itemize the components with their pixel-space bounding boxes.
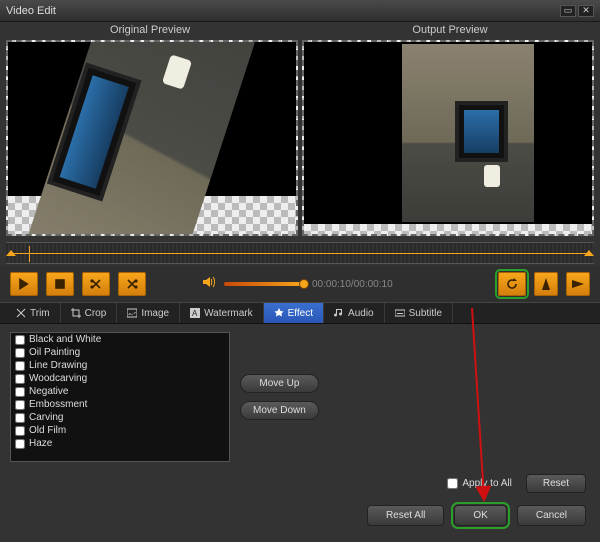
rotate-button[interactable]	[498, 272, 526, 296]
effect-item[interactable]: Line Drawing	[11, 359, 229, 372]
output-preview-pane[interactable]	[302, 40, 594, 236]
effect-label: Black and White	[29, 334, 101, 345]
flip-horizontal-button[interactable]	[534, 272, 558, 296]
timeline[interactable]	[6, 242, 594, 264]
watermark-icon: A	[190, 308, 200, 318]
cut-start-button[interactable]	[82, 272, 110, 296]
tab-subtitle[interactable]: Subtitle	[385, 303, 453, 323]
effect-checkbox[interactable]	[15, 387, 25, 397]
effect-item[interactable]: Woodcarving	[11, 372, 229, 385]
volume-slider[interactable]	[224, 282, 304, 286]
effect-item[interactable]: Oil Painting	[11, 346, 229, 359]
effect-item[interactable]: Carving	[11, 411, 229, 424]
tab-audio[interactable]: Audio	[324, 303, 385, 323]
effect-checkbox[interactable]	[15, 361, 25, 371]
effect-item[interactable]: Haze	[11, 437, 229, 450]
output-preview-label: Output Preview	[300, 22, 600, 40]
close-button[interactable]: ✕	[578, 5, 594, 17]
volume-icon	[202, 275, 216, 294]
tab-watermark[interactable]: A Watermark	[180, 303, 264, 323]
image-icon	[127, 308, 137, 318]
note-icon	[334, 308, 344, 318]
effect-label: Oil Painting	[29, 347, 80, 358]
effect-label: Haze	[29, 438, 52, 449]
effect-checkbox[interactable]	[15, 374, 25, 384]
move-down-button[interactable]: Move Down	[240, 401, 319, 420]
play-button[interactable]	[10, 272, 38, 296]
cancel-button[interactable]: Cancel	[517, 505, 586, 526]
apply-to-all-input[interactable]	[447, 478, 458, 489]
reset-all-button[interactable]: Reset All	[367, 505, 444, 526]
subtitle-icon	[395, 308, 405, 318]
tab-effect[interactable]: Effect	[264, 303, 324, 323]
svg-text:A: A	[192, 309, 198, 318]
ok-button[interactable]: OK	[454, 505, 506, 526]
effect-label: Negative	[29, 386, 68, 397]
effect-checkbox[interactable]	[15, 335, 25, 345]
titlebar: Video Edit ▭ ✕	[0, 0, 600, 22]
crop-icon	[71, 308, 81, 318]
apply-to-all-checkbox[interactable]: Apply to All	[447, 478, 511, 489]
timecode: 00:00:10/00:00:10	[312, 279, 393, 290]
window-title: Video Edit	[6, 5, 56, 17]
scissors-icon	[16, 308, 26, 318]
effect-list[interactable]: Black and White Oil Painting Line Drawing W…	[10, 332, 230, 462]
effect-item[interactable]: Embossment	[11, 398, 229, 411]
tab-image[interactable]: Image	[117, 303, 180, 323]
effect-label: Woodcarving	[29, 373, 87, 384]
minimize-button[interactable]: ▭	[560, 5, 576, 17]
move-up-button[interactable]: Move Up	[240, 374, 319, 393]
effect-label: Old Film	[29, 425, 66, 436]
effect-label: Carving	[29, 412, 63, 423]
effect-checkbox[interactable]	[15, 400, 25, 410]
effect-checkbox[interactable]	[15, 439, 25, 449]
tab-crop[interactable]: Crop	[61, 303, 118, 323]
effect-item[interactable]: Old Film	[11, 424, 229, 437]
flip-vertical-button[interactable]	[566, 272, 590, 296]
effect-checkbox[interactable]	[15, 426, 25, 436]
star-icon	[274, 308, 284, 318]
original-preview-pane[interactable]	[6, 40, 298, 236]
stop-button[interactable]	[46, 272, 74, 296]
effect-checkbox[interactable]	[15, 348, 25, 358]
effect-checkbox[interactable]	[15, 413, 25, 423]
effect-label: Embossment	[29, 399, 87, 410]
original-preview-label: Original Preview	[0, 22, 300, 40]
effect-item[interactable]: Black and White	[11, 333, 229, 346]
effect-label: Line Drawing	[29, 360, 87, 371]
tab-trim[interactable]: Trim	[6, 303, 61, 323]
reset-button[interactable]: Reset	[526, 474, 586, 493]
cut-end-button[interactable]	[118, 272, 146, 296]
effect-item[interactable]: Negative	[11, 385, 229, 398]
